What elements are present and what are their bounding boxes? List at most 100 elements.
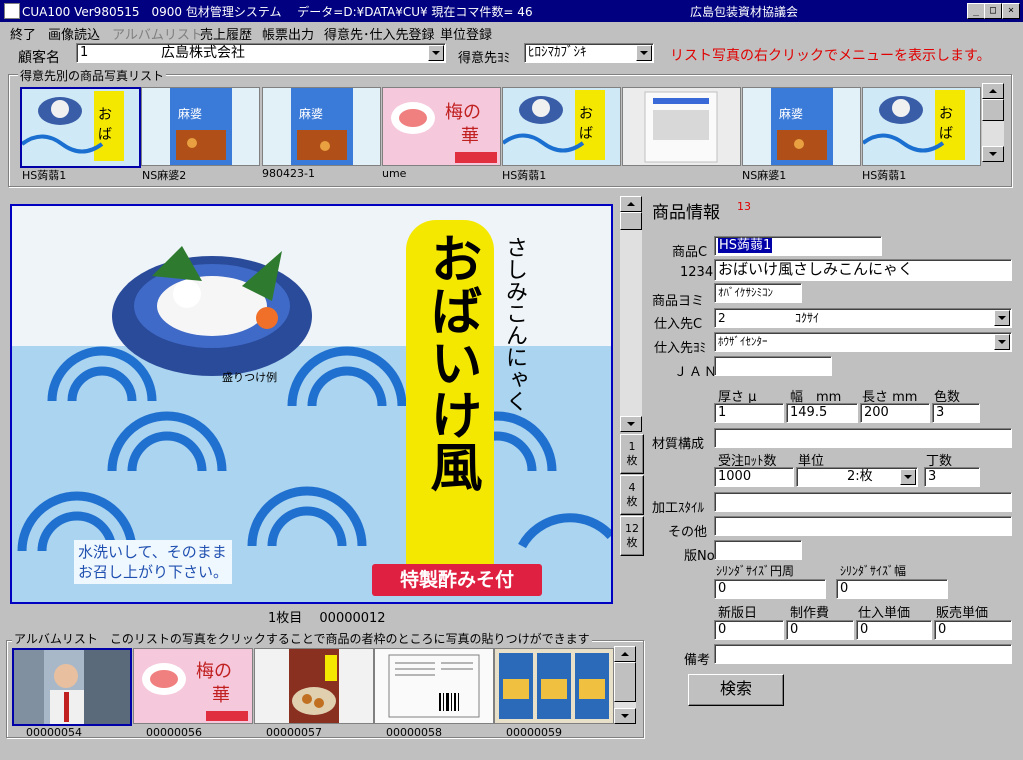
chevron-down-icon[interactable]: [994, 310, 1010, 326]
svg-text:麻婆: 麻婆: [178, 106, 202, 121]
thickness-input[interactable]: 1: [714, 403, 784, 423]
cylinder-circumference-input[interactable]: 0: [714, 579, 826, 599]
product-thumb-3[interactable]: 麻婆: [262, 87, 381, 166]
unit-value: 2:枚: [847, 469, 873, 484]
scroll-down-icon[interactable]: [982, 146, 1004, 162]
svg-text:お: お: [939, 106, 953, 122]
product-thumb-2[interactable]: 麻婆: [141, 87, 260, 166]
menu-report[interactable]: 帳票出力: [262, 24, 314, 43]
svg-text:ば: ば: [98, 127, 112, 143]
note-input[interactable]: [714, 644, 1012, 664]
svg-text:麻婆: 麻婆: [299, 106, 323, 121]
white-package-image: [623, 88, 740, 165]
svg-text:梅の: 梅の: [445, 102, 481, 123]
scroll-up-icon[interactable]: [614, 646, 636, 662]
product-thumb-8[interactable]: おば: [862, 87, 981, 166]
package-footer-line-2: お召し上がり下さい。: [78, 563, 229, 581]
chevron-down-icon[interactable]: [428, 45, 444, 61]
menu-album-list[interactable]: アルバムリスト: [112, 24, 203, 43]
product-yomi-input[interactable]: ｵﾊﾞｲｹｻｼﾐｺﾝ: [714, 283, 802, 303]
album-thumb-3[interactable]: [254, 648, 374, 724]
menu-sales-history[interactable]: 売上履歴: [200, 24, 252, 43]
menu-exit[interactable]: 終了: [10, 24, 36, 43]
svg-text:お: お: [98, 107, 112, 123]
close-icon[interactable]: ×: [1002, 3, 1020, 19]
material-label: 材質構成: [652, 437, 705, 452]
customer-yomi-select[interactable]: ﾋﾛｼﾏｶﾌﾞｼｷ: [524, 43, 654, 63]
album-thumb-5[interactable]: [494, 648, 614, 724]
package-sub-text: さしみこんにゃく: [502, 236, 527, 412]
plate-input[interactable]: [714, 540, 802, 560]
view-12-button[interactable]: 12 枚: [620, 516, 644, 556]
product-thumb-5[interactable]: おば: [502, 87, 621, 166]
sales-price-value: 0: [938, 622, 947, 637]
scroll-down-icon[interactable]: [614, 708, 636, 724]
product-name-input[interactable]: おばいけ風さしみこんにゃく: [714, 259, 1012, 281]
main-photo-viewer[interactable]: おばいけ風 さしみこんにゃく 盛りつけ例 水洗いして、そのまま お召し上がり下さ…: [10, 204, 613, 604]
supplier-select[interactable]: 2 ｺｸｻｲ: [714, 308, 1012, 328]
chevron-down-icon[interactable]: [994, 334, 1010, 350]
scroll-up-icon[interactable]: [982, 83, 1004, 99]
sales-price-input[interactable]: 0: [934, 620, 1012, 640]
product-code-input[interactable]: HS蒟蒻1: [714, 236, 882, 256]
menu-load-image[interactable]: 画像読込: [48, 24, 100, 43]
lot-value: 1000: [718, 469, 752, 484]
album-thumb-4[interactable]: [374, 648, 494, 724]
supplier-yomi-select[interactable]: ﾎｳｻﾞｲｾﾝﾀｰ: [714, 332, 1012, 352]
svg-text:梅の: 梅の: [196, 661, 232, 682]
label-sheet-image: [375, 649, 493, 723]
production-cost-input[interactable]: 0: [786, 620, 854, 640]
scroll-thumb[interactable]: [982, 99, 1004, 121]
product-caption: NS麻婆1: [742, 169, 787, 182]
chevron-down-icon[interactable]: [900, 469, 916, 485]
process-input[interactable]: [714, 492, 1012, 512]
scroll-thumb[interactable]: [620, 212, 642, 230]
note-label: 備考: [684, 653, 711, 668]
customer-select[interactable]: 1 広島株式会社: [76, 43, 446, 63]
svg-text:華: 華: [212, 685, 230, 706]
product-thumb-4[interactable]: 梅の華: [382, 87, 501, 166]
album-thumb-1[interactable]: [12, 648, 132, 726]
product-thumb-1[interactable]: おば: [20, 87, 141, 168]
window-org: 広島包装資材協議会: [690, 5, 799, 19]
width-input[interactable]: 149.5: [786, 403, 858, 423]
svg-text:ば: ば: [939, 126, 953, 142]
lot-input[interactable]: 1000: [714, 467, 794, 487]
view-1-button[interactable]: 1 枚: [620, 434, 644, 474]
menu-partner-register[interactable]: 得意先･仕入先登録: [324, 24, 435, 43]
material-input[interactable]: [714, 428, 1012, 448]
scroll-thumb[interactable]: [614, 662, 636, 702]
unit-select[interactable]: 2:枚: [796, 467, 918, 487]
product-list-scrollbar[interactable]: [982, 83, 1004, 162]
window-title: CUA100 Ver980515 0900 包材管理システム データ=D:¥DA…: [22, 5, 533, 19]
jan-input[interactable]: [714, 356, 832, 376]
product-yomi-value: ｵﾊﾞｲｹｻｼﾐｺﾝ: [718, 286, 773, 299]
album-scrollbar[interactable]: [614, 646, 636, 724]
cho-input[interactable]: 3: [924, 467, 980, 487]
length-input[interactable]: 200: [860, 403, 930, 423]
jan-label: ＪＡＮ: [674, 365, 720, 380]
product-thumb-6[interactable]: [622, 87, 741, 166]
other-input[interactable]: [714, 516, 1012, 536]
purchase-price-input[interactable]: 0: [856, 620, 932, 640]
maximize-icon[interactable]: □: [984, 3, 1002, 19]
album-thumb-2[interactable]: 梅の華: [133, 648, 253, 724]
cylinder-width-input[interactable]: 0: [836, 579, 948, 599]
colors-input[interactable]: 3: [932, 403, 980, 423]
view-4-button[interactable]: 4 枚: [620, 475, 644, 515]
minimize-icon[interactable]: _: [967, 3, 985, 19]
package-footer-text: 水洗いして、そのまま お召し上がり下さい。: [74, 540, 232, 584]
viewer-scrollbar[interactable]: [620, 196, 642, 432]
sales-price-label: 販売単価: [936, 606, 989, 621]
search-button[interactable]: 検索: [688, 674, 784, 706]
scroll-up-icon[interactable]: [620, 196, 642, 212]
mabo-package-image: 麻婆: [142, 88, 259, 165]
scroll-down-icon[interactable]: [620, 416, 642, 432]
chevron-down-icon[interactable]: [636, 45, 652, 61]
menu-unit-register[interactable]: 単位登録: [440, 24, 492, 43]
plate-label: 版No: [684, 549, 715, 564]
product-thumb-7[interactable]: 麻婆: [742, 87, 861, 166]
new-plate-date-input[interactable]: 0: [714, 620, 784, 640]
svg-text:麻婆: 麻婆: [779, 106, 803, 121]
production-cost-label: 制作費: [790, 606, 830, 621]
